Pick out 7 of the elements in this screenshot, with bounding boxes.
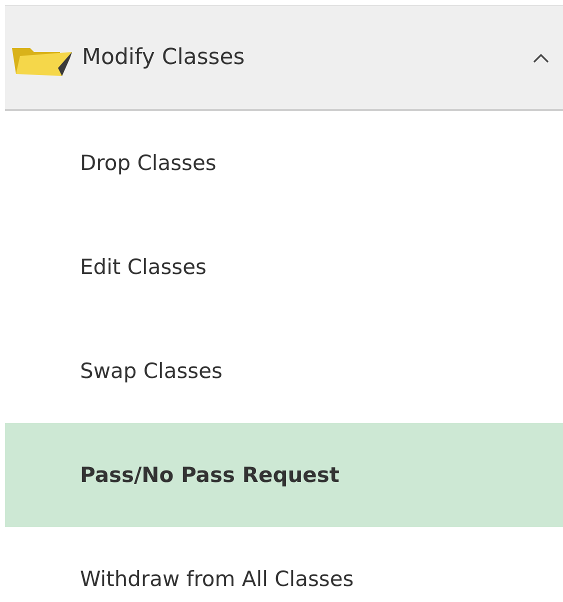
menu-item[interactable]: Withdraw from All Classes — [5, 527, 563, 602]
menu-header[interactable]: Modify Classes — [5, 5, 563, 111]
menu-item[interactable]: Swap Classes — [5, 319, 563, 423]
menu-item[interactable]: Pass/No Pass Request — [5, 423, 563, 527]
menu-item[interactable]: Drop Classes — [5, 111, 563, 215]
menu-item[interactable]: Edit Classes — [5, 215, 563, 319]
menu-title: Modify Classes — [82, 45, 246, 70]
